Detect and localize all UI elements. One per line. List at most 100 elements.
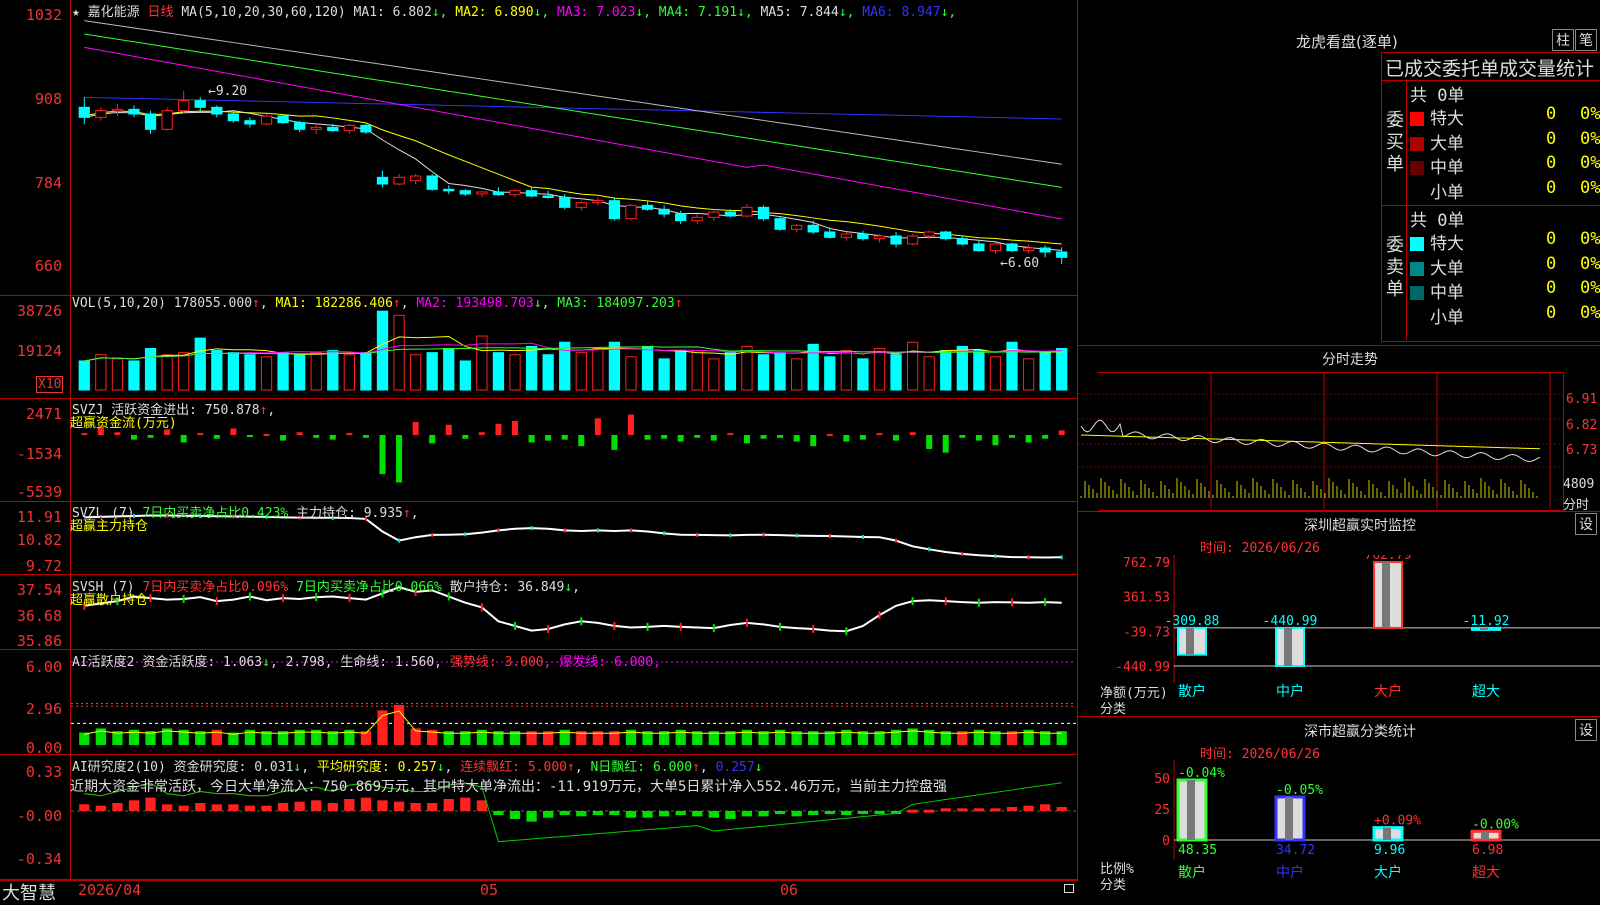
sz-monitor-axis-label: 762.79 [1123, 556, 1170, 571]
row-percent: 0% [1580, 278, 1600, 298]
x-axis-bar [0, 880, 1078, 901]
svzl-tick [663, 531, 666, 536]
candle [691, 216, 703, 222]
sz-class-chart: 7550250-0.04%48.35散户-0.05%34.72中户+0.09%9… [1154, 760, 1600, 881]
candle [343, 124, 355, 132]
research-bar [360, 797, 372, 811]
sz-class-xlabel: 分类 [1100, 878, 1127, 893]
row-label: 中单 [1430, 158, 1464, 178]
candle [575, 202, 587, 208]
legend-swatch [1410, 237, 1424, 251]
research-bar [708, 811, 719, 818]
star-icon[interactable]: ★ [72, 5, 80, 20]
svsh-header: SVSH (7) 7日内买卖净占比0.096% 7日内买卖净占比0.066% 散… [72, 580, 580, 595]
flow-bar [296, 432, 303, 435]
x-axis-label: 06 [780, 881, 799, 899]
period-label[interactable]: 日线 [148, 5, 174, 20]
flow-bar [528, 435, 535, 443]
flow-bar [611, 435, 618, 450]
sz-class-value: 6.98 [1472, 843, 1503, 858]
candle [641, 204, 654, 210]
trend-arrow: ↓, [838, 5, 855, 20]
candle [989, 243, 1002, 252]
research-bar [907, 809, 918, 813]
research-bar [410, 803, 421, 811]
volume-bar [575, 352, 587, 391]
flow-bar [694, 435, 701, 438]
sz-class-change: -0.00% [1472, 817, 1519, 832]
sz-monitor-category: 中户 [1276, 683, 1304, 700]
stock-name: 嘉化能源 [87, 5, 140, 20]
brand-label: 大智慧 [2, 883, 56, 904]
research-bar [741, 811, 753, 817]
svsh-tick [348, 594, 351, 603]
svzl-tick [961, 551, 964, 556]
research-bar [592, 811, 603, 815]
intraday-vol-label: 4809 [1563, 477, 1595, 492]
volume-bar [95, 354, 107, 391]
flow-bar [926, 435, 933, 449]
volume-bar [940, 350, 952, 391]
price-axis-label: 1032 [25, 6, 62, 24]
svsh-tick [149, 594, 152, 603]
volume-bar [111, 358, 124, 391]
column-mode-button[interactable]: 柱 [1552, 29, 1574, 51]
research-bar [95, 805, 106, 811]
research-bar [211, 804, 222, 811]
candle [923, 231, 935, 237]
research-bar [1056, 807, 1067, 811]
sz-class-change: +0.09% [1374, 814, 1421, 829]
research-bar [1006, 807, 1018, 811]
svzl-axis-label: 11.91 [16, 508, 62, 526]
ma-label: MA(5,10,20,30,60,120) [181, 5, 346, 20]
candle [95, 110, 107, 118]
flow-bar [263, 434, 270, 437]
row-label: 小单 [1430, 307, 1464, 328]
volume-bar [840, 350, 852, 391]
volume-bar [873, 348, 886, 391]
sell-row: 大单 0 0% [1410, 254, 1600, 279]
research-bar [824, 811, 835, 814]
svzl-tick [497, 528, 500, 533]
flow-bar [329, 435, 336, 440]
lock-icon[interactable] [1064, 884, 1074, 893]
lhb-col-divider [1406, 81, 1407, 340]
tick-mode-button[interactable]: 笔 [1575, 29, 1597, 51]
svzj-axis-label: -1534 [16, 445, 62, 463]
kline-header: ★ 嘉化能源 日线 MA(5,10,20,30,60,120) MA1: 6.8… [72, 1, 956, 20]
volume-bar [492, 352, 505, 391]
svzl-tick [795, 533, 798, 538]
vol-unit-badge: X10 [36, 376, 64, 393]
ma-value-6: MA6: 8.947 [854, 5, 941, 20]
volume-bar [244, 354, 256, 391]
row-count: 0 [1546, 229, 1557, 249]
legend-swatch [1410, 311, 1424, 325]
flow-bar [727, 433, 734, 436]
sz-class-value: 48.35 [1178, 843, 1217, 858]
ma2-line [84, 110, 1062, 245]
candle [658, 208, 670, 215]
research-bar [178, 805, 189, 811]
volume-bar [144, 348, 157, 391]
flow-bar [346, 433, 353, 436]
svzl-tick [1060, 555, 1063, 560]
flow-bar [843, 435, 850, 442]
sz-class-settings-button[interactable]: 设 [1575, 719, 1597, 741]
svzl-tick [563, 528, 566, 533]
buy-row: 中单 0 0% [1410, 153, 1600, 178]
row-percent: 0% [1580, 128, 1600, 149]
flow-bar [677, 435, 684, 442]
research-bar [261, 805, 272, 811]
research-bar [642, 811, 653, 818]
svsh-tick [182, 595, 185, 603]
candle [161, 110, 173, 130]
svzl-tick [431, 532, 434, 537]
research-bar [145, 797, 156, 811]
flow-bar [594, 418, 601, 435]
volume-bar [658, 358, 670, 391]
research-bar [161, 804, 173, 811]
sz-monitor-settings-button[interactable]: 设 [1575, 513, 1597, 535]
ai-active-axis-label: 0.00 [25, 739, 62, 757]
sz-monitor-xlabel: 分类 [1100, 702, 1127, 717]
research-bar [277, 803, 289, 811]
